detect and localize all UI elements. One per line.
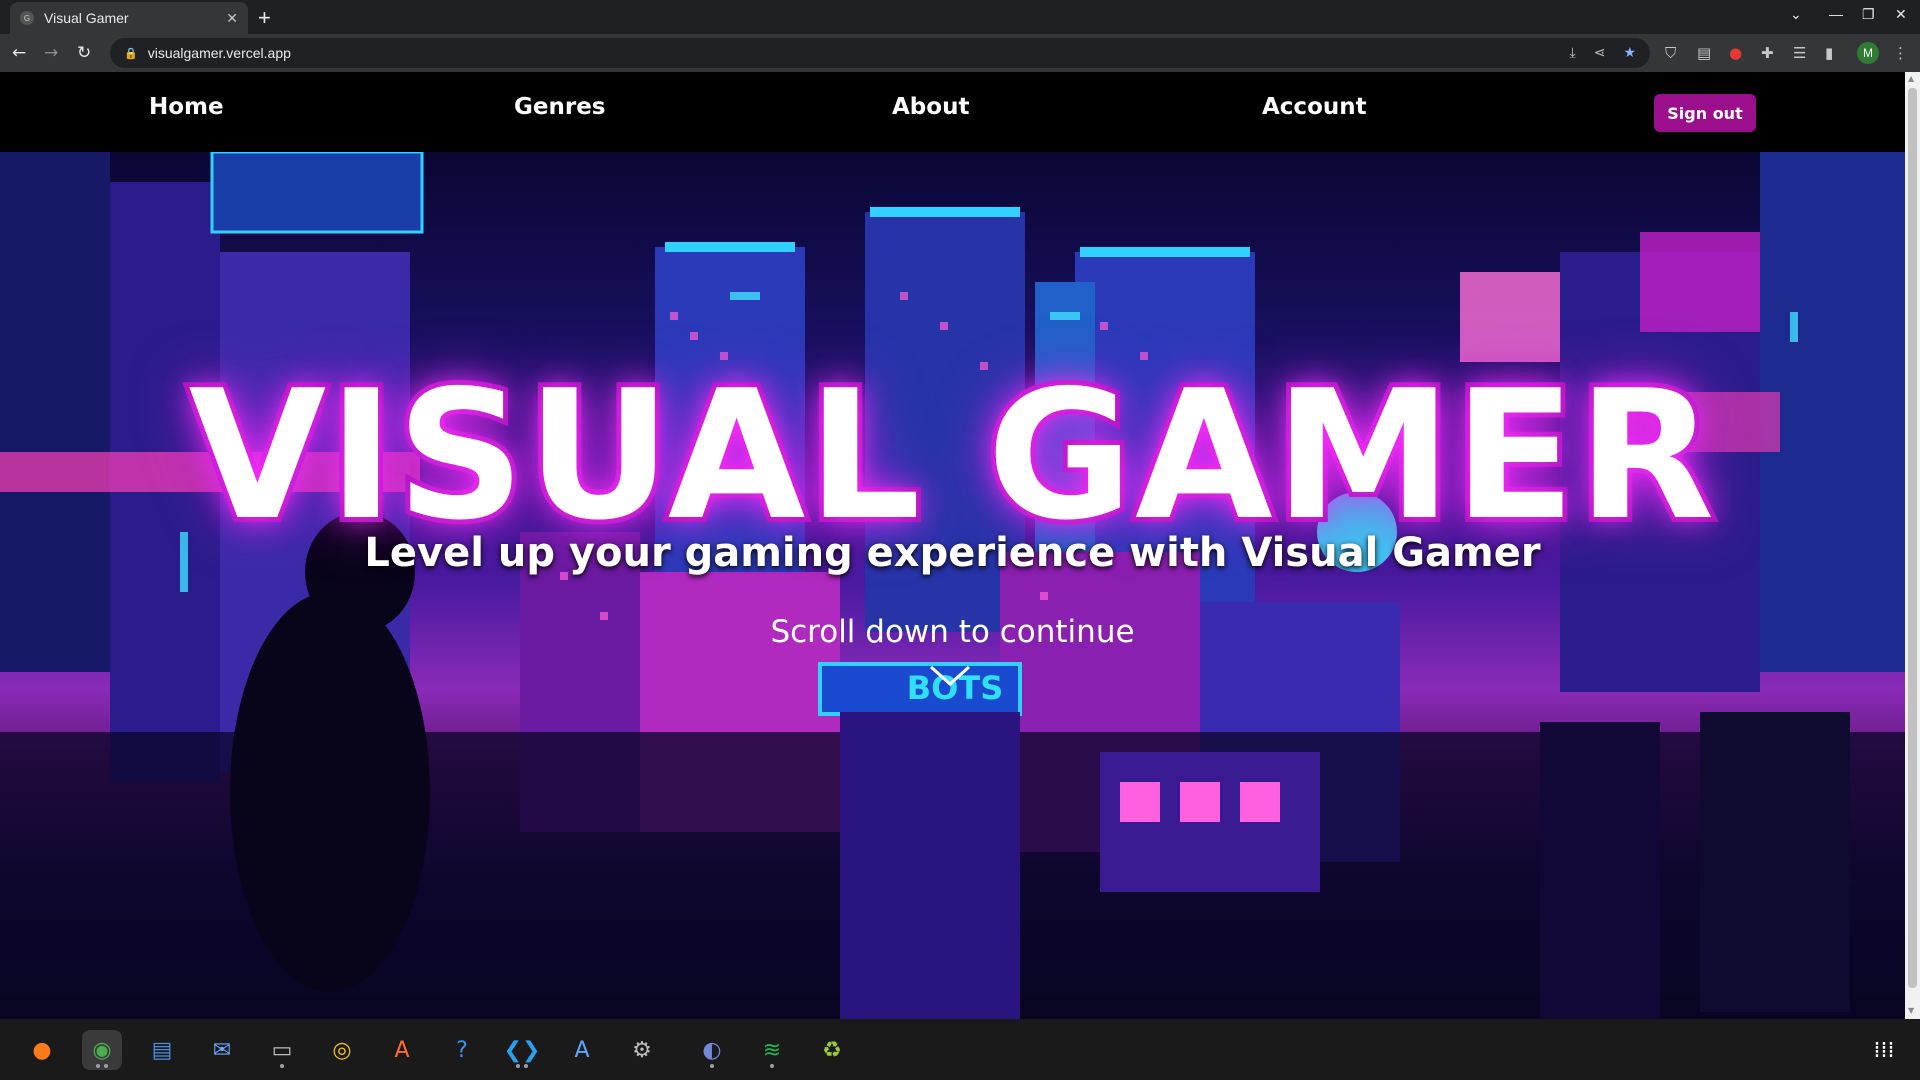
scrollbar-thumb[interactable] <box>1908 88 1917 988</box>
hero-subtitle: Level up your gaming experience with Vis… <box>364 530 1541 576</box>
page-scrollbar[interactable]: ▲ ▼ <box>1905 72 1920 1019</box>
browser-tab[interactable]: G Visual Gamer ✕ <box>10 2 248 34</box>
close-window-button[interactable]: ✕ <box>1895 6 1907 23</box>
tab-search-icon[interactable]: ⌄ <box>1790 6 1802 23</box>
spotify-icon[interactable]: ≋ <box>752 1030 792 1070</box>
nav-genres[interactable]: Genres <box>514 94 605 120</box>
site-navbar: Home Genres About Account Sign out <box>0 72 1905 152</box>
chrome-icon[interactable]: ◉ <box>82 1030 122 1070</box>
trash-icon[interactable]: ♻ <box>812 1030 852 1070</box>
files-icon[interactable]: ▭ <box>262 1030 302 1070</box>
software-center-icon[interactable]: A <box>382 1030 422 1070</box>
thunderbird-icon[interactable]: ✉ <box>202 1030 242 1070</box>
web-page: Home Genres About Account Sign out BOTS … <box>0 72 1905 1019</box>
profile-avatar[interactable]: M <box>1857 42 1879 64</box>
nav-home[interactable]: Home <box>149 94 224 120</box>
extensions-puzzle-icon[interactable]: ✚ <box>1761 44 1774 62</box>
rhythmbox-icon[interactable]: ◎ <box>322 1030 362 1070</box>
settings-icon[interactable]: ⚙ <box>622 1030 662 1070</box>
chevron-down-icon[interactable] <box>928 664 972 688</box>
favicon-icon: G <box>20 11 34 25</box>
nav-about[interactable]: About <box>892 94 969 120</box>
app-store-icon[interactable]: A <box>562 1030 602 1070</box>
kebab-menu-icon[interactable]: ⋮ <box>1893 44 1908 62</box>
help-icon[interactable]: ? <box>442 1030 482 1070</box>
sign-out-button[interactable]: Sign out <box>1654 94 1756 132</box>
text-editor-icon[interactable]: ▤ <box>142 1030 182 1070</box>
minimize-button[interactable]: — <box>1829 6 1843 22</box>
discord-icon[interactable]: ◐ <box>692 1030 732 1070</box>
nav-account[interactable]: Account <box>1262 94 1367 120</box>
apps-grid-icon[interactable]: ⁞⁞⁞ <box>1864 1030 1904 1070</box>
browser-tab-bar: G Visual Gamer ✕ + ⌄ — ❐ ✕ <box>0 0 1920 34</box>
new-tab-button[interactable]: + <box>258 5 271 31</box>
url-text: visualgamer.vercel.app <box>147 45 291 61</box>
os-dock: ● ◉ ▤ ✉ ▭ ◎ A ? ❮❯ A ⚙ ◐ ≋ ♻ ⁞⁞⁞ <box>0 1019 1920 1080</box>
bitwarden-extension-icon[interactable]: ⛉ <box>1665 44 1676 62</box>
install-app-icon[interactable]: ⤓ <box>1570 44 1576 61</box>
document-extension-icon[interactable]: ▤ <box>1697 44 1711 62</box>
reading-list-icon[interactable]: ☰ <box>1793 44 1806 62</box>
reload-icon[interactable]: ↻ <box>77 43 91 63</box>
hero-banner: BOTS VISUAL GAMER Level up your gaming e… <box>0 152 1905 1019</box>
share-icon[interactable]: ⋖ <box>1594 44 1606 61</box>
scroll-down-arrow-icon[interactable]: ▼ <box>1908 1006 1914 1015</box>
tab-close-icon[interactable]: ✕ <box>226 10 238 27</box>
maximize-button[interactable]: ❐ <box>1862 6 1875 23</box>
browser-toolbar: ← → ↻ 🔒 visualgamer.vercel.app ⤓ ⋖ ★ ⛉ ▤… <box>0 34 1920 72</box>
forward-arrow-icon[interactable]: → <box>44 43 58 63</box>
scroll-up-arrow-icon[interactable]: ▲ <box>1908 74 1914 83</box>
cyberpunk-city-background: BOTS <box>0 152 1905 1019</box>
tab-title: Visual Gamer <box>44 10 129 26</box>
back-arrow-icon[interactable]: ← <box>12 43 26 63</box>
firefox-icon[interactable]: ● <box>22 1030 62 1070</box>
vscode-icon[interactable]: ❮❯ <box>502 1030 542 1070</box>
scroll-hint-text: Scroll down to continue <box>770 614 1135 650</box>
address-bar[interactable]: 🔒 visualgamer.vercel.app ⤓ ⋖ ★ <box>110 38 1650 68</box>
side-panel-icon[interactable]: ▮ <box>1825 44 1833 62</box>
recorder-extension-icon[interactable]: ● <box>1729 44 1742 62</box>
lock-icon: 🔒 <box>124 47 138 60</box>
bookmark-star-icon[interactable]: ★ <box>1623 44 1636 61</box>
hero-title: VISUAL GAMER <box>183 347 1719 564</box>
